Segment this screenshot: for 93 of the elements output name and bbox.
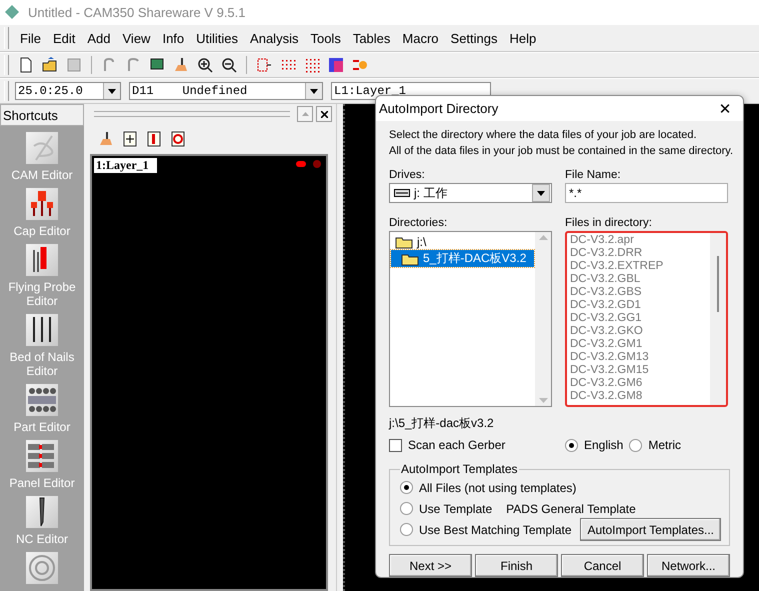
menu-item[interactable]: View	[118, 28, 156, 48]
folder-icon	[401, 252, 419, 266]
caret-icon	[310, 88, 318, 94]
drill-icon[interactable]	[26, 496, 58, 528]
open-folder-icon	[42, 57, 58, 73]
menu-item[interactable]: Analysis	[245, 28, 304, 48]
list-entry[interactable]: DC-V3.2.GBS	[568, 286, 709, 299]
nails-icon[interactable]	[26, 314, 58, 346]
template-radio[interactable]: All Files (not using templates)	[400, 480, 576, 494]
field-label: Files in directory:	[565, 216, 653, 231]
directory-list[interactable]: j:\ 5_打样-DAC板V3.2	[389, 231, 552, 407]
save-icon	[66, 57, 82, 73]
template-name: PADS General Template	[506, 502, 637, 516]
menu-item[interactable]: Edit	[48, 28, 80, 48]
menu-item[interactable]: Settings	[446, 28, 503, 48]
panel-title: Shortcuts	[0, 104, 84, 126]
list-entry[interactable]: DC-V3.2.GBL	[568, 273, 709, 286]
layer-ring-icon	[170, 131, 186, 147]
pen-tile-icon[interactable]	[26, 132, 58, 164]
instruction-text: All of the data files in your job must be contained in the same directory.	[389, 144, 730, 159]
list-entry[interactable]: DC-V3.2.GD1	[568, 299, 709, 312]
menu-item[interactable]: Info	[157, 28, 190, 48]
down-arrow-icon	[538, 398, 548, 403]
up-arrow-icon	[538, 235, 548, 240]
template-radio[interactable]: Use Best Matching Template	[400, 522, 572, 536]
dialog-button[interactable]: Network...	[647, 554, 730, 577]
list-entry[interactable]: DC-V3.2.GM13	[568, 351, 709, 364]
menu-item[interactable]: Tables	[348, 28, 396, 48]
list-entry[interactable]: DC-V3.2.GM15	[568, 364, 709, 377]
close-button[interactable]: ✕	[711, 96, 739, 120]
menu-item[interactable]: Help	[504, 28, 542, 48]
dialog-button[interactable]: Next >>	[389, 554, 472, 577]
new-file-icon	[18, 57, 34, 73]
menu-item[interactable]: Add	[82, 28, 116, 48]
app-logo-icon	[4, 4, 20, 20]
status-dots-icon	[296, 160, 322, 168]
path-text: j:\5_打样-dac板v3.2	[389, 415, 495, 432]
zoom-out-icon	[221, 57, 237, 73]
caret-icon	[537, 190, 545, 196]
window-title: Untitled - CAM350 Shareware V 9.5.1	[28, 4, 246, 20]
brush-icon	[98, 131, 114, 147]
add-layer-icon	[122, 131, 138, 147]
instruction-text: Select the directory where the data files of your job are located.	[389, 128, 698, 143]
dialog-button[interactable]: Finish	[475, 554, 558, 577]
dialog-title: AutoImport Directory	[379, 101, 498, 116]
dot-grid-icon	[304, 57, 320, 73]
list-entry[interactable]: DC-V3.2.DRR	[568, 247, 709, 260]
caret-icon	[108, 88, 116, 94]
combo-box[interactable]: 25.0:25.0	[15, 82, 121, 100]
unit-radio[interactable]: Metric	[629, 438, 682, 452]
menu-item[interactable]: File	[15, 28, 46, 48]
drive-dropdown[interactable]: j: 工作	[389, 183, 552, 203]
field-label: Directories:	[389, 216, 448, 231]
chip-row-icon[interactable]	[26, 384, 58, 416]
panel-icon[interactable]	[26, 440, 58, 472]
undo-icon	[101, 57, 117, 73]
list-entry[interactable]: DC-V3.2.GM8	[568, 390, 709, 403]
list-entry[interactable]: DC-V3.2.GG1	[568, 312, 709, 325]
list-entry[interactable]: DC-V3.2.EXTREP	[568, 260, 709, 273]
menu-item[interactable]: Utilities	[191, 28, 244, 48]
menu-item[interactable]: Macro	[397, 28, 444, 48]
templates-button[interactable]: AutoImport Templates...	[580, 518, 721, 541]
redo-icon	[125, 57, 141, 73]
scan-checkbox[interactable]: Scan each Gerber	[389, 438, 565, 452]
list-entry[interactable]: DC-V3.2.GM1	[568, 338, 709, 351]
list-entry[interactable]: DC-V3.2.GKO	[568, 325, 709, 338]
light-icon	[352, 57, 368, 73]
file-list[interactable]: DC-V3.2.apr DC-V3.2.DRR DC-V3.2.EXTREP DC-V3.2.GBL DC-V3.2.GBS DC-V3.2.GD1 DC-V3.2.GG1 DC-V3.2.GKO DC-V3.2.GM1 DC-V3.2.GM13 DC-V3.2.GM15 DC-V3.2.GM6 DC-V3.2.GM8	[565, 231, 728, 407]
directory-item[interactable]: 5_打样-DAC板V3.2	[391, 250, 534, 267]
drive-icon	[394, 188, 410, 198]
template-radio[interactable]: Use Template	[400, 502, 492, 516]
frame-icon	[256, 57, 272, 73]
close-button[interactable]	[316, 106, 332, 122]
list-entry[interactable]: DC-V3.2.GM6	[568, 377, 709, 390]
zoom-in-icon	[197, 57, 213, 73]
group-title: AutoImport Templates	[400, 462, 519, 476]
brush-icon	[173, 57, 189, 73]
layer-icon	[146, 131, 162, 147]
field-label: Drives:	[389, 168, 426, 183]
directory-item[interactable]: j:\	[391, 233, 534, 250]
list-entry[interactable]: DC-V3.2.apr	[568, 234, 709, 247]
up-arrow-icon	[302, 112, 308, 116]
probe-icon[interactable]	[26, 244, 58, 276]
field-label: File Name:	[565, 168, 622, 183]
combo-box[interactable]: D11 Undefined	[129, 82, 323, 100]
file-name-field[interactable]: *.*	[565, 183, 728, 203]
layer-label: 1:Layer_1	[94, 158, 157, 173]
components-icon[interactable]	[26, 188, 58, 220]
menu-item[interactable]: Tools	[305, 28, 346, 48]
close-icon	[320, 110, 328, 118]
unit-radio[interactable]: English	[565, 438, 624, 452]
color-square-icon	[328, 57, 344, 73]
dialog-button[interactable]: Cancel	[561, 554, 644, 577]
